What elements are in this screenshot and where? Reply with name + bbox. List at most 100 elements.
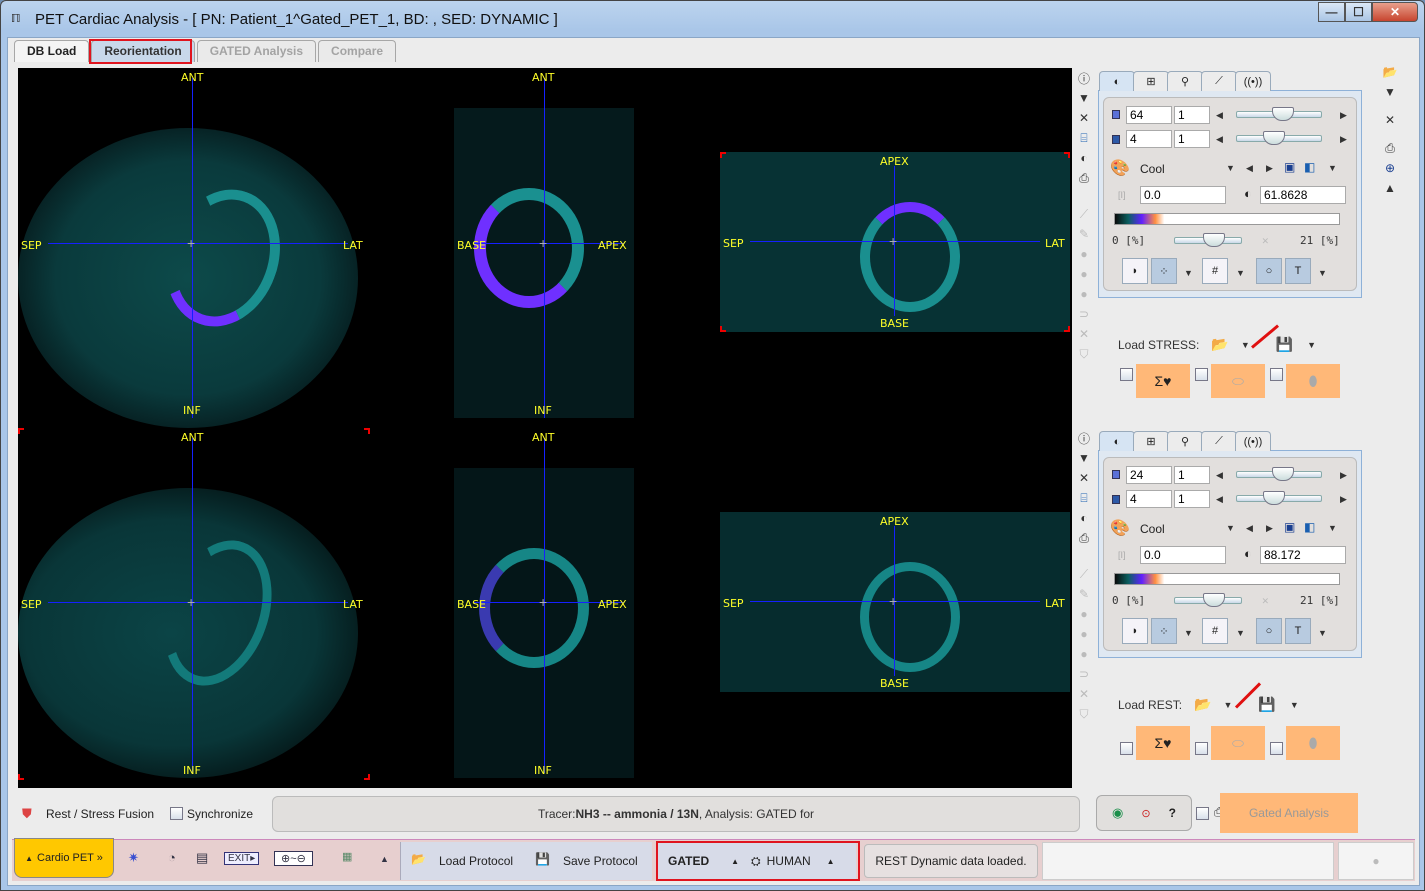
plugin-icon[interactable]: ✷ xyxy=(128,850,139,866)
panel-tab-curve[interactable]: ⟋ xyxy=(1201,71,1237,91)
dropdown-icon[interactable]: ▼ xyxy=(1074,88,1094,108)
image-viewer[interactable]: + ANT INF SEP LAT + ANT INF BASE APEX + … xyxy=(18,68,1072,788)
colormap-next-icon[interactable]: ▶ xyxy=(1266,523,1273,534)
fusion-label[interactable]: Rest / Stress Fusion xyxy=(46,807,154,821)
rest-view-horizontal-long-axis[interactable]: + APEX BASE SEP LAT xyxy=(720,512,1070,692)
options-dropdown-icon[interactable]: ▼ xyxy=(1328,523,1337,533)
contrast-auto-icon[interactable]: ◐ xyxy=(1244,186,1252,201)
slice-slider[interactable] xyxy=(1236,467,1322,481)
slice-prev-icon[interactable]: ◀ xyxy=(1216,470,1223,481)
3d-icon[interactable]: ◧ xyxy=(1304,520,1315,534)
frame-slider[interactable] xyxy=(1236,131,1322,145)
close-button[interactable]: ✕ xyxy=(1372,2,1418,22)
network-icon[interactable]: ⌸ xyxy=(1074,128,1094,148)
load-dropdown-icon[interactable]: ▼ xyxy=(1223,700,1232,710)
save-dropdown-icon[interactable]: ▼ xyxy=(1307,340,1316,350)
stress-view-short-axis[interactable]: + ANT INF SEP LAT xyxy=(18,68,378,428)
target-icon[interactable]: ⊙ xyxy=(1141,807,1150,820)
tab-db-load[interactable]: DB Load xyxy=(14,40,90,62)
frame-prev-icon[interactable]: ◀ xyxy=(1216,494,1223,505)
cardio-pet-button[interactable]: ▲ Cardio PET » xyxy=(14,838,114,878)
3d-icon[interactable]: ◧ xyxy=(1304,160,1315,174)
panel-tab-layout[interactable]: ⊞ xyxy=(1133,71,1169,91)
frame-next-icon[interactable]: ▶ xyxy=(1340,134,1347,145)
stress-mask-checkbox[interactable] xyxy=(1270,368,1283,381)
range-slider[interactable] xyxy=(1174,593,1242,607)
outline-button[interactable]: ○ xyxy=(1256,618,1282,644)
grid-dropdown-icon[interactable]: ▼ xyxy=(1184,628,1193,638)
range-slider[interactable] xyxy=(1174,233,1242,247)
lower-threshold-field[interactable] xyxy=(1140,186,1226,204)
slice-next-icon[interactable]: ▶ xyxy=(1340,110,1347,121)
slice-next-icon[interactable]: ▶ xyxy=(1340,470,1347,481)
frame-field[interactable] xyxy=(1126,130,1172,148)
reset-range-icon[interactable]: ✕ xyxy=(1262,594,1269,607)
options-dropdown-icon[interactable]: ▼ xyxy=(1328,163,1337,173)
colormap-select[interactable]: Cool xyxy=(1140,522,1165,536)
info-icon[interactable]: ⓘ xyxy=(1074,428,1094,448)
colormap-dropdown-icon[interactable]: ▼ xyxy=(1226,163,1235,173)
panel-tab-reorient[interactable]: ⚲ xyxy=(1167,71,1203,91)
contrast-auto-icon[interactable]: ◐ xyxy=(1244,546,1252,561)
slice-prev-icon[interactable]: ◀ xyxy=(1216,110,1223,121)
frame-step-field[interactable] xyxy=(1174,130,1210,148)
stress-view-horizontal-long-axis[interactable]: + APEX BASE SEP LAT xyxy=(720,152,1070,332)
outline-button[interactable]: ○ xyxy=(1256,258,1282,284)
frame-slider[interactable] xyxy=(1236,491,1322,505)
reset-range-icon[interactable]: ✕ xyxy=(1262,234,1269,247)
dropdown-icon[interactable]: ▼ xyxy=(1380,82,1400,102)
colorbar[interactable] xyxy=(1114,213,1340,225)
overlay-dropdown-icon[interactable]: ▼ xyxy=(1318,268,1327,278)
upper-threshold-field[interactable] xyxy=(1260,186,1346,204)
zoom-icon[interactable]: ⊕ xyxy=(1380,158,1400,178)
panel-tab-signal[interactable]: ((•)) xyxy=(1235,431,1271,451)
compare-icon[interactable]: ⊕~⊖ xyxy=(274,851,313,866)
gated-analysis-button[interactable]: Gated Analysis xyxy=(1220,793,1358,833)
tab-compare[interactable]: Compare xyxy=(318,40,397,62)
load-dropdown-icon[interactable]: ▼ xyxy=(1241,340,1250,350)
smooth-button[interactable]: ◗ xyxy=(1122,618,1148,644)
slice-field[interactable] xyxy=(1126,466,1172,484)
mesh-button[interactable]: # xyxy=(1202,258,1228,284)
upper-threshold-field[interactable] xyxy=(1260,546,1346,564)
info-icon[interactable]: ⓘ xyxy=(1074,68,1094,88)
open-folder-icon[interactable]: 📂 xyxy=(1380,62,1400,82)
print-icon[interactable]: ⎙ xyxy=(1074,168,1094,188)
stress-sum-checkbox[interactable] xyxy=(1120,368,1133,381)
print-checkbox[interactable] xyxy=(1196,807,1209,820)
mesh-dropdown-icon[interactable]: ▼ xyxy=(1236,268,1245,278)
invert-icon[interactable]: ▣ xyxy=(1284,160,1295,174)
stress-fusion-button[interactable]: ⬭ xyxy=(1211,364,1265,398)
rest-sum-checkbox[interactable] xyxy=(1120,742,1133,755)
mesh-dropdown-icon[interactable]: ▼ xyxy=(1236,628,1245,638)
colormap-prev-icon[interactable]: ◀ xyxy=(1246,163,1253,174)
open-folder-icon[interactable]: 📂 xyxy=(1194,696,1211,713)
overlay-dropdown-icon[interactable]: ▼ xyxy=(1318,628,1327,638)
stress-mask-button[interactable]: ⬮ xyxy=(1286,364,1340,398)
rest-mask-checkbox[interactable] xyxy=(1270,742,1283,755)
exit-icon[interactable]: EXIT▸ xyxy=(224,852,260,865)
stress-fusion-checkbox[interactable] xyxy=(1195,368,1208,381)
save-protocol-button[interactable]: Save Protocol xyxy=(563,854,638,868)
save-icon[interactable]: 💾 xyxy=(1276,336,1293,353)
mesh-button[interactable]: # xyxy=(1202,618,1228,644)
close-icon[interactable]: ✕ xyxy=(1074,468,1094,488)
minimize-button[interactable]: — xyxy=(1318,2,1345,22)
frame-field[interactable] xyxy=(1126,490,1172,508)
frame-step-field[interactable] xyxy=(1174,490,1210,508)
print-icon[interactable]: ⎙ xyxy=(1074,528,1094,548)
lower-threshold-field[interactable] xyxy=(1140,546,1226,564)
dropdown-icon[interactable]: ▼ xyxy=(1074,448,1094,468)
save-dropdown-icon[interactable]: ▼ xyxy=(1290,700,1299,710)
expand-toolbar-icon[interactable]: ▲ xyxy=(380,854,389,864)
slice-field[interactable] xyxy=(1126,106,1172,124)
panel-tab-signal[interactable]: ((•)) xyxy=(1235,71,1271,91)
rest-fusion-button[interactable]: ⬭ xyxy=(1211,726,1265,760)
panel-tab-contrast[interactable]: ◐ xyxy=(1099,431,1135,451)
rest-view-short-axis[interactable]: + ANT INF SEP LAT xyxy=(18,428,370,780)
stress-sum-button[interactable]: Σ♥ xyxy=(1136,364,1190,398)
window-icon[interactable]: ▤ xyxy=(196,850,208,866)
colorbar[interactable] xyxy=(1114,573,1340,585)
load-protocol-button[interactable]: Load Protocol xyxy=(439,854,513,868)
frame-prev-icon[interactable]: ◀ xyxy=(1216,134,1223,145)
